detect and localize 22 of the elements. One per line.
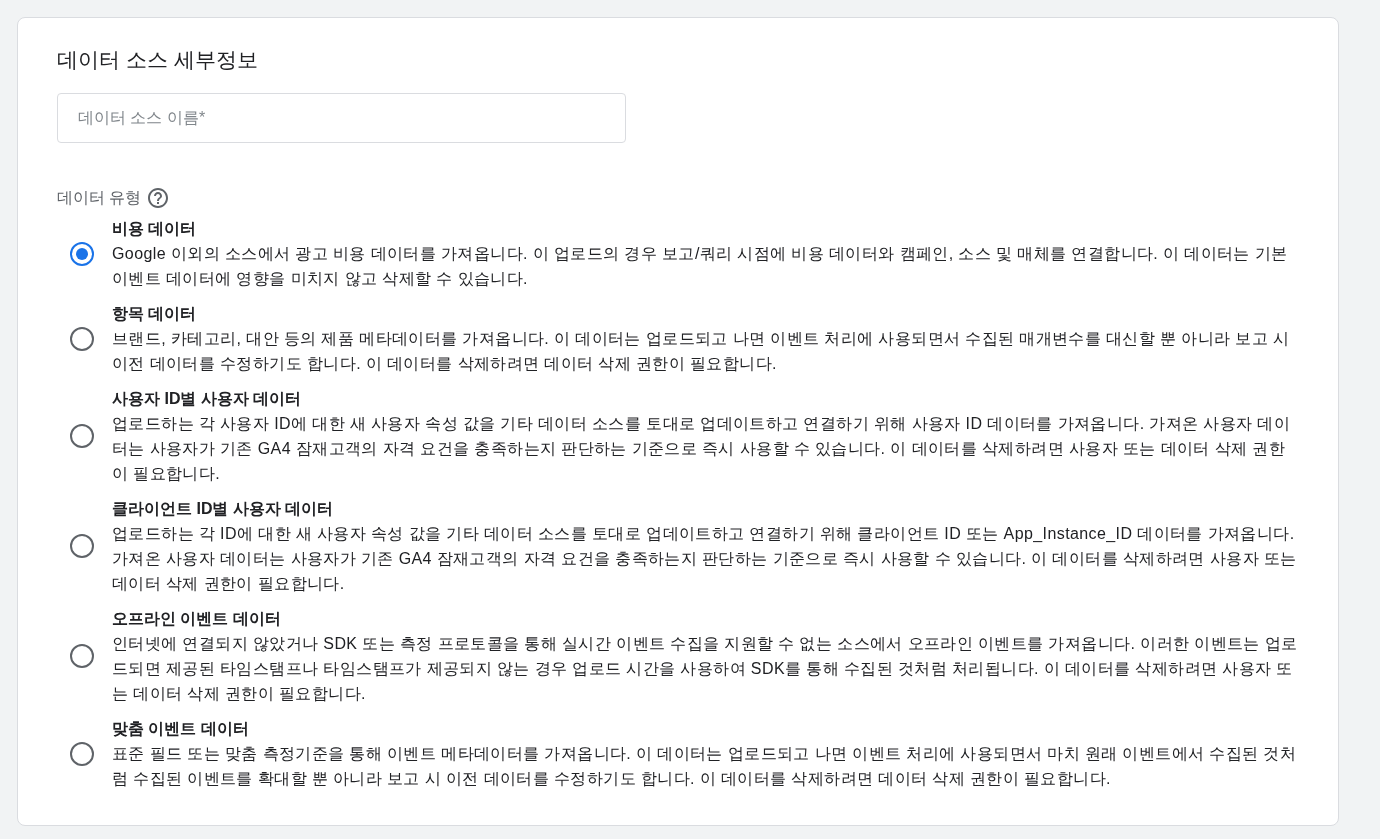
help-icon[interactable] xyxy=(148,188,169,208)
option-title: 비용 데이터 xyxy=(112,219,197,239)
data-type-label: 데이터 유형 xyxy=(57,188,142,208)
option-description: 브랜드, 카테고리, 대안 등의 제품 메타데이터를 가져옵니다. 이 데이터는 업로드되고 나면 이벤트 처리에 사용되면서 수집된 매개변수를 대신할 뿐 아니라 보고 시 이전 데이터를 수정하기도 합니다. 이 데이터를 삭제하려면 데이터 삭제 권한이 필요합니다. xyxy=(112,329,1291,374)
radio-button[interactable] xyxy=(70,644,94,668)
option-title: 오프라인 이벤트 데이터 xyxy=(112,609,281,629)
card-title: 데이터 소스 세부정보 xyxy=(57,47,258,73)
option-description: 업로드하는 각 사용자 ID에 대한 새 사용자 속성 값을 기타 데이터 소스를 토대로 업데이트하고 연결하기 위해 사용자 ID 데이터를 가져옵니다. 가져온 사용자 데이터는 사용자가 기존 GA4 잠재고객의 자격 요건을 충족하는지 판단하는 기준으로 즉시 사용할 수 있습니다. 이 데이터를 삭제하려면 사용자 또는 데이터 삭제 권한이 필요합니다. xyxy=(112,414,1292,484)
radio-button[interactable] xyxy=(70,741,94,766)
source-name-field[interactable]: 데이터 소스 이름* xyxy=(57,93,626,143)
option-title: 클라이언트 ID별 사용자 데이터 xyxy=(112,499,334,519)
radio-button[interactable] xyxy=(70,241,94,266)
option-title: 맞춤 이벤트 데이터 xyxy=(112,719,249,739)
radio-button[interactable] xyxy=(70,326,94,351)
radio-button[interactable] xyxy=(70,424,94,448)
option-title: 사용자 ID별 사용자 데이터 xyxy=(112,389,302,409)
option-title: 항목 데이터 xyxy=(112,304,197,324)
radio-button[interactable] xyxy=(70,534,94,558)
option-description: 인터넷에 연결되지 않았거나 SDK 또는 측정 프로토콜을 통해 실시간 이벤트 수집을 지원할 수 없는 소스에서 오프라인 이벤트를 가져옵니다. 이러한 이벤트는 업로드되면 제공된 타임스탬프나 타임스탬프가 제공되지 않는 경우 업로드 시간을 사용하여 SDK를 통해 수집된 것처럼 처리됩니다. 이 데이터를 삭제하려면 사용자 또는 데이터 삭제 권한이 필요합니다. xyxy=(112,634,1298,704)
option-description: 표준 필드 또는 맞춤 측정기준을 통해 이벤트 메타데이터를 가져옵니다. 이 데이터는 업로드되고 나면 이벤트 처리에 사용되면서 마치 원래 이벤트에서 수집된 것처럼 수집된 이벤트를 확대할 뿐 아니라 보고 시 이전 데이터를 수정하기도 합니다. 이 데이터를 삭제하려면 데이터 삭제 권한이 필요합니다. xyxy=(112,744,1298,789)
option-description: 업로드하는 각 ID에 대한 새 사용자 속성 값을 기타 데이터 소스를 토대로 업데이트하고 연결하기 위해 클라이언트 ID 또는 App_Instance_ID 데이터를 가져옵니다. 가져온 사용자 데이터는 사용자가 기존 GA4 잠재고객의 자격 요건을 충족하는지 판단하는 기준으로 즉시 사용할 수 있습니다. 이 데이터를 삭제하려면 사용자 또는 데이터 삭제 권한이 필요합니다. xyxy=(112,524,1298,594)
option-description: Google 이외의 소스에서 광고 비용 데이터를 가져옵니다. 이 업로드의 경우 보고/쿼리 시점에 비용 데이터와 캠페인, 소스 및 매체를 연결합니다. 이 데이터는 기본 이벤트 데이터에 영향을 미치지 않고 삭제할 수 있습니다. xyxy=(112,244,1289,289)
